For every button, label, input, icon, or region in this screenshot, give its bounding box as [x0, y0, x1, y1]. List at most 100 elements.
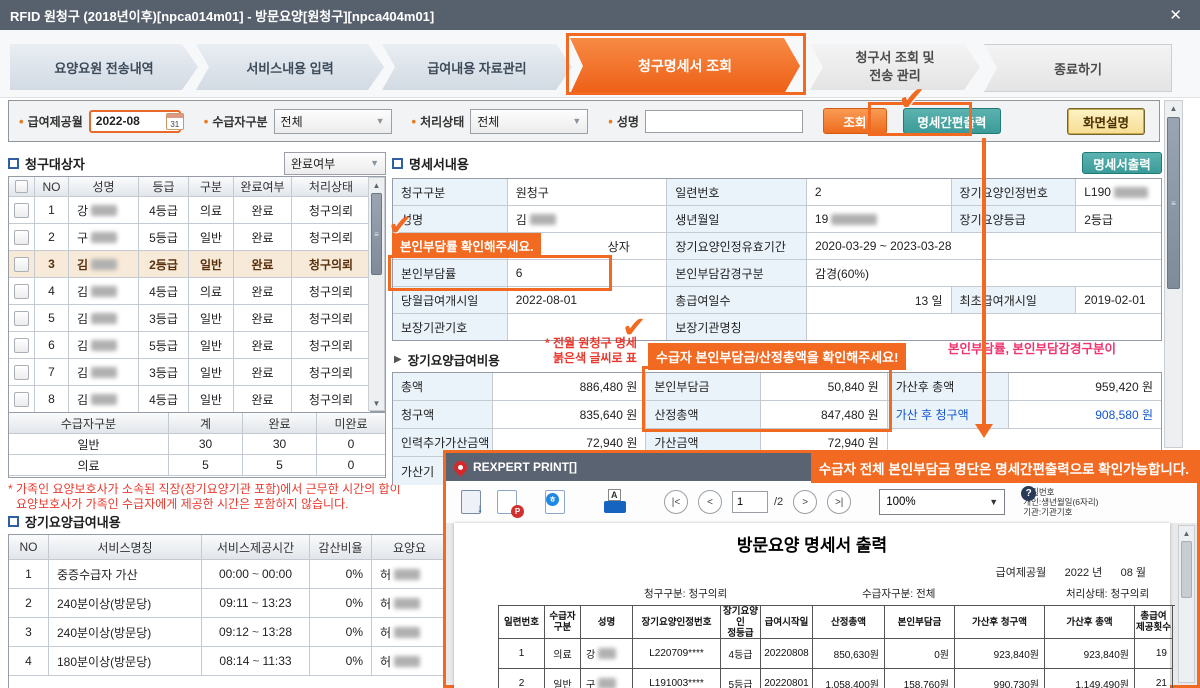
redacted-name: [394, 568, 421, 580]
chevron-down-icon: ▼: [375, 116, 385, 126]
scrollbar-thumb[interactable]: ≡: [371, 193, 382, 275]
row-checkbox[interactable]: [14, 337, 29, 353]
select-all-checkbox[interactable]: [15, 180, 28, 193]
close-icon[interactable]: ✕: [1161, 6, 1190, 24]
redacted-value: [831, 213, 878, 225]
password-hint: ? 비밀번호 개인:생년월일(6자리) 기관:기관기호: [1021, 486, 1099, 517]
print-page: 방문요양 명세서 출력 급여제공월 2022 년 08 월 청구구분: 청구의뢰…: [454, 523, 1175, 688]
family-caregiver-note: * 가족인 요양보호사가 소속된 직장(장기요양기관 포함)에서 근무한 시간의…: [8, 482, 401, 511]
section-bullet-icon: [392, 157, 403, 169]
redacted-name: [91, 204, 118, 216]
service-row[interactable]: 2 240분이상(방문당) 09:11 ~13:23 0% 허: [9, 589, 447, 618]
redacted-name: [91, 393, 118, 405]
section-bullet-icon: [8, 516, 19, 527]
help-button[interactable]: 화면설명: [1067, 107, 1145, 135]
print-toolbar: ↓ P ㅎ A |< < /2 > >| 100%▼ ? 비밀번호 개인:생년월…: [446, 481, 1197, 524]
doc-recipient-type: 수급자구분: 전체: [862, 588, 936, 600]
claim-table-scrollbar[interactable]: ▲ ≡ ▼: [368, 177, 385, 411]
zoom-select[interactable]: 100% ▼: [879, 489, 1006, 515]
summary-row: 의료 5 5 0: [9, 455, 385, 476]
check-icon: ✔: [388, 210, 413, 242]
print-window-title: REXPERT PRINT[]: [473, 460, 578, 474]
table-row[interactable]: 5 김 3등급 일반 완료 청구의뢰: [9, 305, 385, 332]
first-page-button[interactable]: |<: [664, 490, 688, 514]
service-row[interactable]: 1 중증수급자 가산 00:00 ~00:00 0% 허: [9, 560, 447, 589]
claim-targets-title: 청구대상자: [25, 156, 85, 172]
row-checkbox[interactable]: [14, 391, 29, 407]
next-page-button[interactable]: >: [793, 490, 818, 514]
connector-line: [982, 138, 986, 424]
burden-rate-annotation: 본인부담률 확인해주세요.: [392, 233, 542, 258]
chevron-down-icon: ▼: [370, 158, 379, 168]
table-row[interactable]: 7 김 3등급 일반 완료 청구의뢰: [9, 359, 385, 386]
summary-row: 일반 30 30 0: [9, 434, 385, 455]
preview-scrollbar[interactable]: ▲: [1178, 525, 1195, 683]
page-number-input[interactable]: [732, 491, 768, 513]
table-row[interactable]: 1 강 4등급 의료 완료 청구의뢰: [9, 197, 385, 224]
table-row-selected[interactable]: 3 김 2등급 일반 완료 청구의뢰: [9, 251, 385, 278]
statement-title: 명세서내용: [409, 156, 469, 172]
burden-rate-pink-note: 본인부담률, 본인부담감경구분이: [948, 342, 1116, 356]
doc-claim-type: 청구구분: 청구의뢰: [644, 588, 728, 600]
row-checkbox[interactable]: [14, 283, 29, 299]
tab-service-input[interactable]: 서비스내용 입력: [196, 44, 384, 90]
prev-page-button[interactable]: <: [698, 490, 722, 514]
scroll-up-icon[interactable]: ▲: [1165, 101, 1182, 115]
scrollbar-thumb[interactable]: [1181, 541, 1192, 598]
doc-table: 일련번호 수급자 구분 성명 장기요양인정번호 장기요양인 정등급 급여시작일 …: [498, 605, 1175, 688]
last-page-button[interactable]: >|: [827, 490, 852, 514]
search-button[interactable]: 조회: [822, 108, 887, 134]
row-checkbox[interactable]: [14, 364, 29, 380]
col-done: 완료여부: [234, 177, 292, 197]
doc-meta-row: 청구구분: 청구의뢰 수급자구분: 전체 처리상태: 청구의뢰: [454, 586, 1170, 606]
scroll-up-icon[interactable]: ▲: [369, 178, 384, 192]
page-total: /2: [774, 496, 784, 508]
statement-print-button[interactable]: 명세서출력: [1082, 152, 1162, 174]
table-row[interactable]: 4 김 4등급 의료 완료 청구의뢰: [9, 278, 385, 305]
hwp-export-icon[interactable]: ㅎ: [542, 489, 568, 515]
redacted-name: [394, 597, 421, 609]
table-row[interactable]: 6 김 5등급 일반 완료 청구의뢰: [9, 332, 385, 359]
tab-exit[interactable]: 종료하기: [984, 44, 1172, 92]
status-select[interactable]: 전체 ▼: [470, 108, 589, 134]
save-icon[interactable]: ↓: [458, 489, 484, 515]
table-row[interactable]: 8 김 4등급 일반 완료 청구의뢰: [9, 386, 385, 413]
row-checkbox[interactable]: [14, 202, 29, 218]
col-grade: 등급: [139, 177, 189, 197]
services-title: 장기요양급여내용: [25, 515, 121, 530]
service-row[interactable]: 3 240분이상(방문당) 09:12 ~13:28 0% 허: [9, 618, 447, 647]
tab-benefit-data[interactable]: 급여내용 자료관리: [382, 44, 572, 90]
tab-transfer-history[interactable]: 요양요원 전송내역: [10, 44, 198, 90]
print-icon[interactable]: A: [602, 489, 628, 515]
triangle-bullet-icon: ▶: [394, 354, 402, 365]
tab-claim-send[interactable]: 청구서 조회 및 전송 관리: [810, 44, 980, 90]
scroll-down-icon[interactable]: ▼: [369, 396, 384, 410]
scroll-up-icon[interactable]: ▲: [1179, 526, 1194, 540]
table-row[interactable]: 2 구 5등급 일반 완료 청구의뢰: [9, 224, 385, 251]
recipient-type-select[interactable]: 전체 ▼: [273, 108, 392, 134]
redacted-name: [91, 339, 118, 351]
main-scrollbar[interactable]: ▲ ≡: [1164, 100, 1183, 448]
chevron-down-icon: ▼: [989, 497, 999, 507]
rexpert-pin-icon: [451, 457, 470, 477]
row-checkbox[interactable]: [14, 310, 29, 326]
service-row[interactable]: 4 180분이상(방문당) 08:14 ~11:33 0% 허: [9, 647, 447, 676]
name-input[interactable]: [644, 109, 803, 133]
status-label: 처리상태: [412, 113, 464, 130]
complete-filter-select[interactable]: 완료여부 ▼: [284, 151, 386, 175]
row-checkbox[interactable]: [14, 256, 29, 272]
pdf-export-icon[interactable]: P: [494, 489, 524, 518]
row-checkbox[interactable]: [14, 229, 29, 245]
redacted-value: [1113, 186, 1148, 198]
chevron-down-icon: ▼: [572, 116, 582, 126]
name-label: 성명: [608, 113, 639, 130]
check-icon: ✔: [622, 312, 647, 344]
doc-row: 1 의료 강 L220709**** 4등급 20220808 850,630원…: [499, 639, 1175, 669]
redacted-name: [91, 258, 118, 270]
tab-statement-view[interactable]: 청구명세서 조회: [570, 38, 800, 94]
statement-details-table: 청구구분 원청구 일련번호 2 장기요양인정번호 L190 성명 김 생년월일 …: [392, 178, 1162, 341]
scrollbar-thumb[interactable]: ≡: [1167, 117, 1180, 289]
redacted-name: [91, 231, 118, 243]
statement-header: 명세서내용 명세서출력: [392, 150, 1162, 176]
calendar-icon[interactable]: 31: [165, 112, 184, 130]
